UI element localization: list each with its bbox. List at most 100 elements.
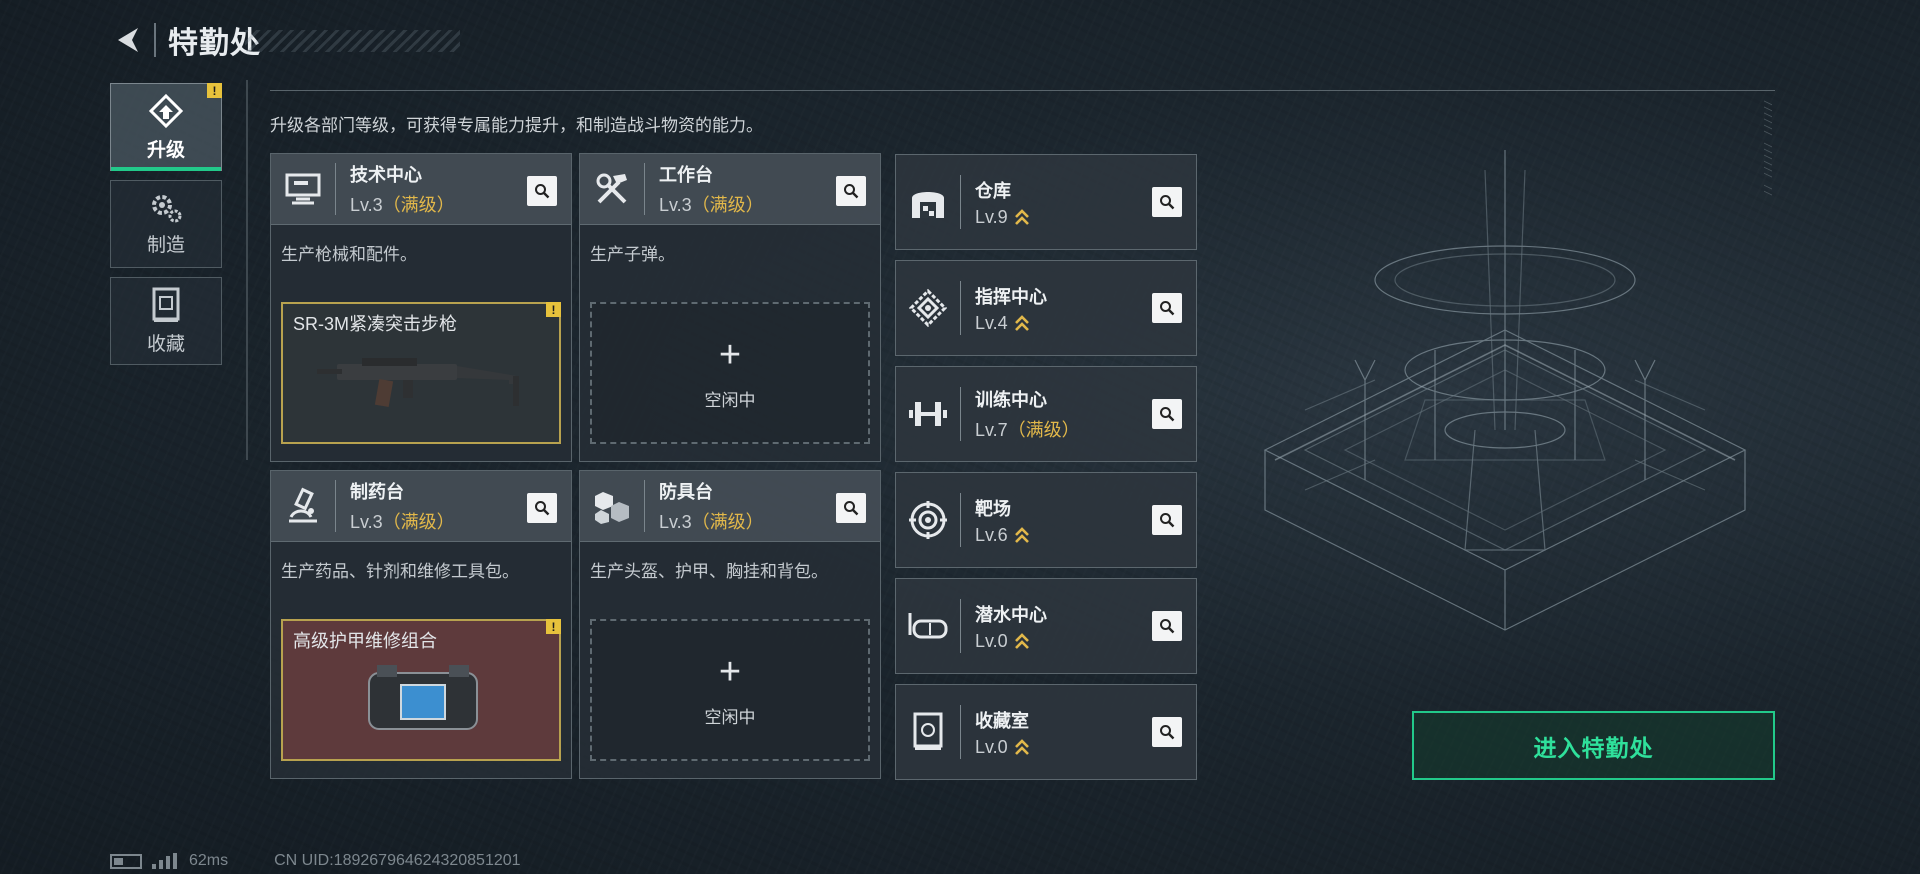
tab-craft[interactable]: 制造 <box>110 180 222 268</box>
card-level: Lv.3（满级） <box>659 191 764 217</box>
facility-level: Lv.0 <box>975 631 1047 652</box>
separator <box>960 493 961 547</box>
idle-label: 空闲中 <box>704 707 756 727</box>
cubes-icon <box>580 471 644 542</box>
card-header: 技术中心 Lv.3（满级） <box>271 154 571 225</box>
facility-name: 仓库 <box>975 180 1011 201</box>
facility-name: 靶场 <box>975 498 1011 519</box>
max-level-tag: （满级） <box>1007 420 1080 440</box>
search-icon <box>535 501 550 516</box>
workshop-card-workbench[interactable]: 工作台 Lv.3（满级） 生产子弹。 + 空闲中 <box>579 153 881 462</box>
search-button[interactable] <box>527 176 557 206</box>
sidebar: ! 升级 制造 收藏 <box>110 83 222 374</box>
search-button[interactable] <box>1152 611 1182 641</box>
top-divider <box>270 90 1775 91</box>
search-icon <box>1160 407 1175 422</box>
card-level: Lv.3（满级） <box>350 191 455 217</box>
item-name: SR-3M紧凑突击步枪 <box>293 314 458 334</box>
search-icon <box>1160 513 1175 528</box>
facility-level: Lv.0 <box>975 737 1030 758</box>
search-button[interactable] <box>1152 717 1182 747</box>
vault-icon <box>896 684 960 780</box>
base-hologram-illustration <box>1263 150 1747 631</box>
card-name: 制药台 <box>350 482 404 502</box>
level-text: Lv.3 <box>659 195 692 215</box>
back-arrow-icon <box>118 28 138 52</box>
search-button[interactable] <box>1152 293 1182 323</box>
search-icon <box>1160 195 1175 210</box>
search-icon <box>1160 301 1175 316</box>
tab-upgrade[interactable]: ! 升级 <box>110 83 222 171</box>
upgrade-chevron-icon <box>1014 208 1029 225</box>
header-separator <box>644 163 645 215</box>
alert-badge: ! <box>546 302 561 317</box>
production-slot[interactable]: 高级护甲维修组合 ! <box>281 619 561 761</box>
search-icon <box>535 184 550 199</box>
card-description: 生产药品、针剂和维修工具包。 <box>281 562 519 581</box>
search-button[interactable] <box>836 176 866 206</box>
back-button[interactable] <box>110 20 146 60</box>
separator <box>960 705 961 759</box>
facility-name: 指挥中心 <box>975 286 1047 307</box>
repair-kit-image <box>368 665 478 730</box>
max-level-tag: （满级） <box>691 512 764 532</box>
alert-badge: ! <box>546 619 561 634</box>
page-subtitle: 升级各部门等级，可获得专属能力提升，和制造战斗物资的能力。 <box>270 116 763 135</box>
workshop-card-pharmacy[interactable]: 制药台 Lv.3（满级） 生产药品、针剂和维修工具包。 高级护甲维修组合 ! <box>270 470 572 779</box>
search-icon <box>1160 619 1175 634</box>
header: 特勤处 <box>110 20 261 60</box>
facility-diving-center[interactable]: 潜水中心 Lv.0 <box>895 578 1197 674</box>
level-text: Lv.3 <box>350 512 383 532</box>
facility-collection-room[interactable]: 收藏室 Lv.0 <box>895 684 1197 780</box>
alert-badge: ! <box>207 83 222 98</box>
decorative-code: ////// ////// // <box>1762 100 1773 197</box>
tab-label: 升级 <box>146 139 185 161</box>
level-text: Lv.3 <box>350 195 383 215</box>
search-button[interactable] <box>1152 399 1182 429</box>
facility-name: 训练中心 <box>975 390 1047 410</box>
search-icon <box>844 501 859 516</box>
facility-warehouse[interactable]: 仓库 Lv.9 <box>895 154 1197 250</box>
search-button[interactable] <box>1152 187 1182 217</box>
search-button[interactable] <box>1152 505 1182 535</box>
empty-slot[interactable]: + 空闲中 <box>590 619 870 761</box>
search-button[interactable] <box>836 493 866 523</box>
level-text: Lv.4 <box>975 312 1008 333</box>
card-level: Lv.3（满级） <box>350 508 455 534</box>
header-separator <box>644 480 645 532</box>
tab-collection[interactable]: 收藏 <box>110 277 222 365</box>
card-name: 技术中心 <box>350 165 422 185</box>
facility-training-center[interactable]: 训练中心 Lv.7（满级） <box>895 366 1197 462</box>
ping-text: 62ms <box>189 852 229 869</box>
search-button[interactable] <box>527 493 557 523</box>
battery-icon <box>110 853 142 869</box>
gears-icon <box>152 194 182 222</box>
facility-level: Lv.4 <box>975 313 1047 334</box>
production-slot[interactable]: SR-3M紧凑突击步枪 ! <box>281 302 561 444</box>
upgrade-icon <box>148 93 184 128</box>
level-text: Lv.0 <box>975 736 1008 757</box>
card-header: 防具台 Lv.3（满级） <box>580 471 880 542</box>
level-text: Lv.3 <box>659 512 692 532</box>
empty-slot[interactable]: + 空闲中 <box>590 302 870 444</box>
uid-text: CN UID:1892679646243208512​01 <box>274 852 521 869</box>
level-text: Lv.7 <box>975 420 1008 440</box>
tools-icon <box>580 154 644 225</box>
rifle-image <box>317 358 519 408</box>
upgrade-chevron-icon <box>1014 314 1029 331</box>
workshop-card-tech-center[interactable]: 技术中心 Lv.3（满级） 生产枪械和配件。 SR-3M紧凑突击步枪 ! <box>270 153 572 462</box>
header-separator <box>335 480 336 532</box>
item-name: 高级护甲维修组合 <box>293 631 437 651</box>
card-header: 工作台 Lv.3（满级） <box>580 154 880 225</box>
title-stripes <box>245 30 460 52</box>
card-name: 工作台 <box>659 165 713 185</box>
workshop-card-armor[interactable]: 防具台 Lv.3（满级） 生产头盔、护甲、胸挂和背包。 + 空闲中 <box>579 470 881 779</box>
enter-button[interactable]: 进入特勤处 <box>1412 711 1775 780</box>
facility-shooting-range[interactable]: 靶场 Lv.6 <box>895 472 1197 568</box>
upgrade-chevron-icon <box>1014 632 1029 649</box>
computer-icon <box>271 154 335 225</box>
target-icon <box>896 472 960 568</box>
card-description: 生产头盔、护甲、胸挂和背包。 <box>590 562 828 581</box>
facility-command-center[interactable]: 指挥中心 Lv.4 <box>895 260 1197 356</box>
plus-icon: + <box>718 650 742 693</box>
